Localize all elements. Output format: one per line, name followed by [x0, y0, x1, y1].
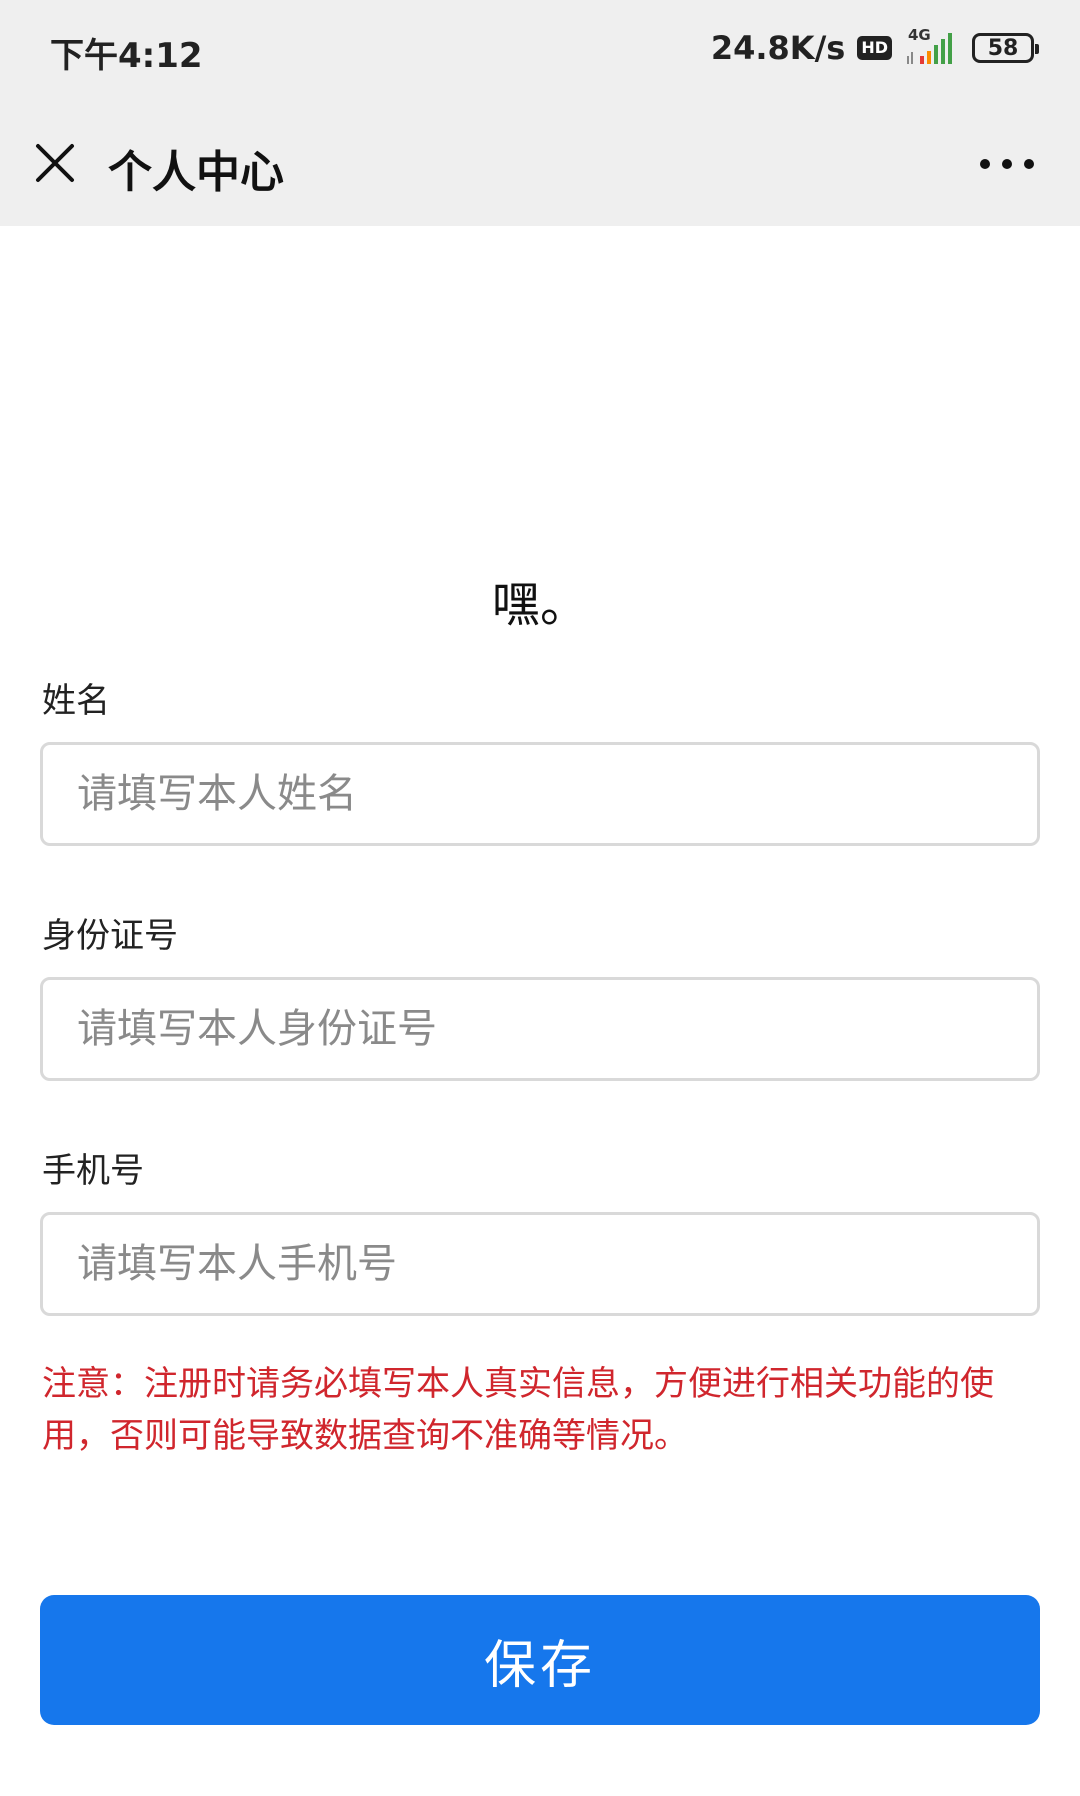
phone-label: 手机号: [42, 1151, 144, 1191]
notice-text: 注意：注册时请务必填写本人真实信息，方便进行相关功能的使用，否则可能导致数据查询…: [42, 1364, 994, 1456]
id-number-input[interactable]: [40, 977, 1040, 1081]
phone-input[interactable]: [40, 1212, 1040, 1316]
nav-bar: 个人中心: [0, 100, 1080, 226]
close-button[interactable]: [30, 138, 80, 188]
battery-icon: 58: [972, 33, 1039, 63]
close-icon: [36, 144, 74, 182]
status-bar: 下午4:12 24.8K/s HD 4G 58: [0, 0, 1080, 100]
hd-icon: HD: [857, 36, 892, 60]
id-number-label: 身份证号: [42, 916, 178, 956]
status-time: 下午4:12: [50, 36, 203, 76]
save-button[interactable]: 保存: [40, 1595, 1040, 1725]
more-button[interactable]: [972, 144, 1042, 184]
page-title: 个人中心: [108, 147, 284, 198]
signal-icon: 4G: [904, 26, 960, 68]
battery-level: 58: [987, 35, 1019, 61]
name-label: 姓名: [42, 681, 110, 721]
network-speed: 24.8K/s: [710, 29, 846, 67]
name-input[interactable]: [40, 742, 1040, 846]
greeting-heading: 嘿。: [491, 577, 588, 633]
more-icon: [980, 159, 1034, 169]
status-indicators: 24.8K/s HD 4G 58: [710, 26, 1039, 70]
